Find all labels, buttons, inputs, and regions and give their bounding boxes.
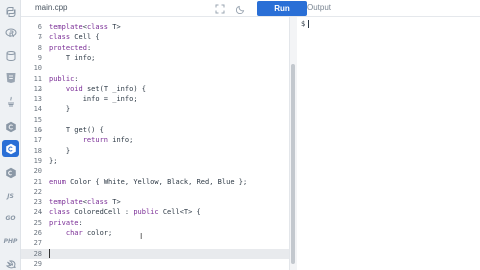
code-text: template<class T>	[49, 23, 121, 31]
cpp-icon[interactable]	[2, 140, 19, 157]
line-number: 6	[37, 23, 42, 31]
line-number: 29	[33, 259, 42, 268]
line-number: 18	[33, 146, 42, 155]
moon-icon	[236, 5, 245, 14]
line-number: 14	[33, 105, 42, 114]
line-number: 13	[33, 95, 42, 104]
fold-chevron-icon[interactable]: ⌄	[39, 84, 45, 94]
code-line[interactable]: 28	[21, 248, 289, 259]
fullscreen-button[interactable]	[213, 2, 227, 15]
run-button[interactable]: Run	[257, 1, 307, 16]
code-text: public:	[49, 74, 79, 83]
sql-icon[interactable]	[2, 47, 19, 64]
go-icon[interactable]: GO	[2, 210, 19, 227]
html-icon[interactable]	[2, 69, 19, 86]
code-text: void set(T _info) {	[65, 84, 146, 93]
code-editor[interactable]: 6 template<class T> 7 ⌄ class Cell {8 protect…	[21, 17, 289, 270]
caret	[49, 249, 50, 259]
output-title: Output	[307, 3, 332, 12]
java-icon[interactable]	[2, 93, 19, 110]
fold-chevron-icon[interactable]: ⌄	[39, 32, 45, 42]
code-text: T get() {	[65, 126, 104, 134]
code-line[interactable]: 17 return info;	[21, 135, 289, 145]
code-line[interactable]: 19};	[21, 156, 289, 166]
code-line[interactable]: 25 private:	[21, 218, 289, 228]
code-line[interactable]: 16 ⌄ T get() {	[21, 125, 289, 135]
code-text: private:	[49, 218, 83, 227]
code-line[interactable]: 7 ⌄ class Cell {	[21, 32, 289, 42]
code-text: info = _info;	[82, 95, 138, 104]
code-line[interactable]: 18 }	[21, 146, 289, 156]
code-line[interactable]: 13 info = _info;	[21, 94, 289, 104]
code-text: protected:	[49, 43, 92, 52]
code-line[interactable]: 10	[21, 63, 289, 73]
code-line[interactable]: 9 T info;	[21, 53, 289, 63]
code-text: return info;	[82, 136, 134, 145]
c-icon[interactable]	[2, 118, 19, 135]
swift-icon[interactable]	[2, 256, 19, 270]
code-line[interactable]: 6 template<class T>	[21, 22, 289, 32]
code-text: class Cell {	[49, 33, 100, 42]
line-number: 23	[33, 198, 42, 207]
line-number: 19	[33, 156, 42, 165]
top-bar: main.cpp Run Output	[21, 0, 480, 17]
python-icon[interactable]	[2, 3, 19, 20]
code-line[interactable]: 23 template<class T>	[21, 197, 289, 207]
output-panel[interactable]: $	[298, 17, 480, 270]
line-number: 9	[37, 53, 42, 62]
language-sidebar: JS GO PHP	[0, 0, 21, 270]
js-label: JS	[7, 193, 14, 200]
code-text: };	[49, 156, 58, 165]
php-icon[interactable]: PHP	[2, 233, 19, 250]
line-number: 11	[33, 74, 42, 83]
code-line[interactable]: 26 char color;	[21, 228, 289, 238]
line-number: 15	[33, 115, 42, 124]
csharp-icon[interactable]	[2, 164, 19, 181]
js-icon[interactable]: JS	[2, 188, 19, 205]
code-line[interactable]: 15	[21, 115, 289, 125]
terminal-cursor	[308, 20, 309, 28]
file-tab[interactable]: main.cpp	[35, 3, 67, 12]
php-label: PHP	[3, 238, 18, 245]
line-number: 17	[33, 136, 42, 145]
fold-chevron-icon[interactable]: ⌄	[39, 125, 45, 135]
go-label: GO	[5, 215, 16, 222]
fullscreen-icon	[215, 4, 225, 13]
fold-chevron-icon[interactable]: ⌄	[39, 207, 45, 217]
code-text: enum Color { White, Yellow, Black, Red, …	[49, 177, 248, 186]
code-line[interactable]: 20	[21, 166, 289, 176]
line-number: 21	[33, 177, 42, 186]
line-number: 8	[37, 43, 42, 52]
code-text: class ColoredCell : public Cell<T> {	[49, 208, 201, 217]
line-number: 27	[33, 239, 42, 248]
line-number: 25	[33, 218, 42, 227]
r-icon[interactable]	[2, 24, 19, 41]
code-line[interactable]: 8 protected:	[21, 43, 289, 53]
code-text: T info;	[65, 53, 96, 62]
line-number: 22	[33, 187, 42, 196]
terminal-prompt: $	[301, 20, 306, 28]
code-line[interactable]: 27	[21, 238, 289, 248]
theme-toggle-button[interactable]	[234, 2, 248, 15]
code-line[interactable]: 14 }	[21, 104, 289, 114]
code-line[interactable]: 21 enum Color { White, Yellow, Black, Red…	[21, 177, 289, 187]
code-line[interactable]: 12 ⌄ void set(T _info) {	[21, 84, 289, 94]
line-number: 10	[33, 64, 42, 73]
line-number: 28	[33, 249, 42, 258]
code-line[interactable]: 29	[21, 259, 289, 269]
line-number: 20	[33, 167, 42, 176]
code-text: template<class T>	[49, 198, 121, 207]
code-line[interactable]: 22	[21, 187, 289, 197]
code-text: }	[49, 105, 71, 114]
code-line[interactable]: 11 public:	[21, 74, 289, 84]
code-text: char color;	[65, 229, 113, 237]
text-cursor-icon: I	[140, 232, 143, 241]
code-text: }	[49, 146, 71, 155]
line-number: 26	[33, 229, 42, 237]
code-line[interactable]: 24 ⌄ class ColoredCell : public Cell<T> {	[21, 207, 289, 217]
editor-scrollbar-thumb[interactable]	[291, 64, 295, 264]
